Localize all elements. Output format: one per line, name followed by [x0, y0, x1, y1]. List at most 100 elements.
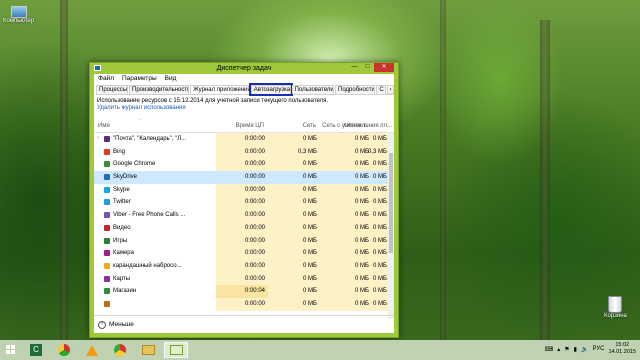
tab-services[interactable]: С — [376, 85, 387, 94]
network-cell: 0 МБ — [268, 259, 320, 273]
app-name: Bing — [113, 148, 126, 155]
network-cell: 0,3 МБ — [268, 145, 320, 159]
column-header-cpu[interactable]: Время ЦП — [216, 123, 264, 129]
app-name: Карты — [113, 275, 131, 282]
delete-history-link[interactable]: Удалить журнал использования — [97, 105, 186, 111]
network-value: 0 МБ — [303, 250, 317, 257]
app-icon — [104, 199, 110, 206]
desktop-icon-recycle-bin[interactable]: Корзина — [604, 296, 627, 319]
title-bar[interactable]: Диспетчер задач — □ ✕ — [90, 63, 398, 74]
vertical-scrollbar[interactable] — [388, 133, 394, 319]
column-header-tile-updates[interactable]: Обновления пл... — [344, 123, 392, 129]
close-button[interactable]: ✕ — [374, 63, 394, 72]
app-icon — [104, 212, 110, 219]
cpu-time-cell: 0:00:00 — [216, 196, 268, 210]
metered-network-cell: 0 МБ — [320, 145, 372, 159]
scrollbar-thumb[interactable] — [389, 153, 393, 253]
expand-arrow-icon[interactable]: › — [97, 135, 99, 141]
cpu-time-value: 0:00:00 — [244, 300, 265, 307]
tab-details[interactable]: Подробности — [335, 85, 376, 94]
menu-options[interactable]: Параметры — [122, 75, 157, 83]
network-cell: 0 МБ — [268, 158, 320, 172]
tab-scroll-right-icon[interactable]: › — [387, 85, 394, 94]
table-row[interactable]: Камера 0:00:00 0 МБ 0 МБ 0 МБ — [94, 247, 394, 260]
metered-network-cell: 0 МБ — [320, 183, 372, 197]
table-row[interactable]: Twitter 0:00:00 0 МБ 0 МБ 0 МБ — [94, 196, 394, 210]
table-row[interactable]: карандашный набросо... 0:00:00 0 МБ 0 МБ 0 М… — [94, 259, 394, 273]
row-name-cell — [94, 298, 216, 311]
taskbar-task-manager-icon[interactable] — [164, 342, 188, 358]
tray-expand-icon[interactable]: ▴ — [557, 346, 560, 353]
network-icon[interactable]: ▮ — [574, 346, 577, 353]
windows-logo-icon — [6, 345, 15, 354]
metered-network-cell: 0 МБ — [320, 133, 372, 146]
table-row[interactable]: Магазин 0:00:04 0 МБ 0 МБ 0 МБ — [94, 285, 394, 298]
tab-startup[interactable]: Автозагрузка — [248, 83, 293, 96]
menu-view[interactable]: Вид — [165, 75, 177, 83]
tile-updates-value: 0 МБ — [373, 224, 387, 231]
taskbar-chrome-icon[interactable] — [108, 342, 132, 358]
start-button[interactable] — [2, 342, 20, 358]
cpu-time-value: 0:00:00 — [244, 199, 265, 206]
clock[interactable]: 15:02 14.01.2015 — [608, 342, 636, 356]
minimize-button[interactable]: — — [348, 63, 361, 72]
flag-icon[interactable]: ⚑ — [564, 346, 569, 353]
tile-updates-value: 0 МБ — [373, 288, 387, 295]
table-row[interactable]: Viber - Free Phone Calls ... 0:00:00 0 МБ 0… — [94, 209, 394, 222]
table-row[interactable]: Bing 0:00:00 0,3 МБ 0 МБ 0,3 МБ — [94, 145, 394, 159]
window-content: Файл Параметры Вид Процессы Производител… — [94, 74, 394, 333]
tab-users[interactable]: Пользователи — [291, 85, 335, 94]
table-row[interactable]: › "Почта", "Календарь", "Л... 0:00:00 0 МБ 0… — [94, 133, 394, 146]
app-icon — [104, 288, 110, 295]
cpu-time-value: 0:00:00 — [244, 262, 265, 269]
taskbar-file-explorer-icon[interactable] — [136, 342, 160, 358]
collapse-icon[interactable]: ⌃ — [98, 320, 106, 329]
keyboard-icon[interactable]: ⌨ — [545, 346, 554, 353]
metered-network-value: 0 МБ — [355, 237, 369, 244]
network-cell: 0 МБ — [268, 133, 320, 146]
table-row[interactable]: Skype 0:00:00 0 МБ 0 МБ 0 МБ — [94, 183, 394, 197]
network-cell: 0 МБ — [268, 272, 320, 286]
maximize-button[interactable]: □ — [361, 63, 374, 72]
table-row[interactable]: Видео 0:00:00 0 МБ 0 МБ 0 МБ — [94, 221, 394, 235]
row-name-cell: Видео — [94, 222, 216, 235]
tab-performance[interactable]: Производительность — [129, 85, 190, 94]
table-row[interactable]: Google Chrome 0:00:00 0 МБ 0 МБ 0 МБ — [94, 158, 394, 172]
app-icon — [104, 224, 110, 231]
table-row[interactable]: 0:00:00 0 МБ 0 МБ 0 МБ — [94, 297, 394, 311]
language-indicator[interactable]: РУС — [592, 346, 604, 352]
metered-network-cell: 0 МБ — [320, 259, 372, 273]
tab-processes[interactable]: Процессы — [96, 85, 129, 94]
network-value: 0 МБ — [303, 237, 317, 244]
metered-network-value: 0 МБ — [355, 161, 369, 168]
row-name-cell: Google Chrome — [94, 158, 216, 171]
system-tray: ⌨ ▴ ⚑ ▮ 🔈 РУС 15:02 14.01.2015 — [545, 342, 636, 356]
row-name-cell: › "Почта", "Календарь", "Л... — [94, 133, 216, 146]
taskbar-camtasia-icon[interactable]: C — [24, 342, 48, 358]
app-icon — [104, 186, 110, 193]
column-header-network[interactable]: Сеть — [268, 123, 316, 129]
row-name-cell: карандашный набросо... — [94, 260, 216, 273]
row-name-cell: SkyDrive — [94, 171, 216, 184]
column-header-name[interactable]: Имя — [98, 123, 110, 129]
cpu-time-cell: 0:00:00 — [216, 209, 268, 222]
table-row[interactable]: SkyDrive 0:00:00 0 МБ 0 МБ 0 МБ — [94, 171, 394, 184]
desktop-icon-computer[interactable]: Компьютер — [3, 6, 34, 24]
table-row[interactable]: Игры 0:00:00 0 МБ 0 МБ 0 МБ — [94, 234, 394, 248]
tab-app-history[interactable]: Журнал приложений — [190, 85, 250, 94]
app-name: Магазин — [113, 288, 137, 295]
volume-icon[interactable]: 🔈 — [581, 346, 588, 353]
metered-network-cell: 0 МБ — [320, 158, 372, 172]
network-value: 0 МБ — [303, 136, 317, 142]
network-cell: 0 МБ — [268, 247, 320, 260]
menu-file[interactable]: Файл — [98, 75, 114, 83]
app-name: Камера — [113, 250, 134, 257]
metered-network-cell: 0 МБ — [320, 209, 372, 222]
taskbar-media-player-icon[interactable] — [80, 342, 104, 358]
table-row[interactable]: Карты 0:00:00 0 МБ 0 МБ 0 МБ — [94, 272, 394, 286]
network-cell: 0 МБ — [268, 183, 320, 197]
fewer-details-button[interactable]: Меньше — [109, 321, 134, 328]
cpu-time-value: 0:00:00 — [244, 136, 265, 142]
cpu-time-value: 0:00:00 — [244, 212, 265, 219]
taskbar-chrome-alt-icon[interactable] — [52, 342, 76, 358]
